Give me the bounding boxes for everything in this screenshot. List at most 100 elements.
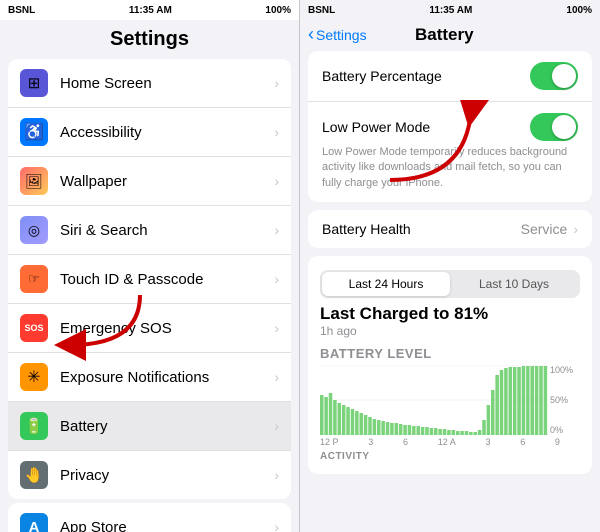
battery-percentage-text: Battery Percentage [322,68,530,84]
left-carrier: BSNL [8,5,35,16]
accessibility-label: Accessibility [60,124,274,141]
right-header: ‹ Settings Battery [300,20,600,51]
touchid-chevron-icon: › [274,271,279,287]
x-label-6a: 6 [403,437,408,447]
battery-percentage-toggle[interactable] [530,62,578,90]
right-title: Battery [415,25,474,45]
siri-label: Siri & Search [60,222,274,239]
x-label-12a: 12 A [438,437,456,447]
exposure-icon: ✳ [20,363,48,391]
battery-chart: BATTERY LEVEL [320,342,580,466]
battery-percentage-row: Battery Percentage [308,51,592,102]
battery-percentage-label: Battery Percentage [322,68,530,84]
wallpaper-icon: 🖼 [20,167,48,195]
touchid-label: Touch ID & Passcode [60,271,274,288]
right-battery: 100% [566,5,592,16]
privacy-chevron-icon: › [274,467,279,483]
home-screen-icon: ⊞ [20,69,48,97]
left-panel: BSNL 11:35 AM 100% Settings ⊞ Home Scree… [0,0,300,532]
settings-item-siri[interactable]: ◎ Siri & Search › [8,206,291,255]
battery-chart-card: Last 24 Hours Last 10 Days Last Charged … [308,256,592,474]
battery-health-label: Battery Health [322,221,521,237]
settings-item-privacy[interactable]: 🤚 Privacy › [8,451,291,499]
battery-health-card: Battery Health Service › [308,210,592,248]
settings-title: Settings [0,28,299,51]
right-content: Battery Percentage Low Power Mode Low Po… [300,51,600,532]
right-time: 11:35 AM [429,5,472,16]
accessibility-icon: ♿ [20,118,48,146]
exposure-label: Exposure Notifications [60,369,274,386]
x-label-12p: 12 P [320,437,339,447]
settings-item-exposure[interactable]: ✳ Exposure Notifications › [8,353,291,402]
battery-icon: 🔋 [20,412,48,440]
chart-area: 100% 50% 0% [320,365,580,435]
home-screen-chevron-icon: › [274,75,279,91]
left-header: Settings [0,20,299,55]
battery-health-row[interactable]: Battery Health Service › [308,210,592,248]
x-label-3: 3 [485,437,490,447]
settings-list: ⊞ Home Screen › ♿ Accessibility › 🖼 Wall… [0,55,299,532]
sos-label: Emergency SOS [60,320,274,337]
chart-x-labels: 12 P 3 6 12 A 3 6 9 [320,437,580,447]
wallpaper-label: Wallpaper [60,173,274,190]
accessibility-chevron-icon: › [274,124,279,140]
chart-svg [320,365,548,435]
left-battery: 100% [265,5,291,16]
sos-chevron-icon: › [274,320,279,336]
sos-icon: SOS [20,314,48,342]
siri-icon: ◎ [20,216,48,244]
settings-item-battery[interactable]: 🔋 Battery › [8,402,291,451]
tab-last10[interactable]: Last 10 Days [450,272,578,296]
battery-chevron-icon: › [274,418,279,434]
y-label-0: 0% [550,425,580,435]
time-tab-row: Last 24 Hours Last 10 Days [320,270,580,298]
low-power-row-inner: Low Power Mode [322,113,578,141]
exposure-chevron-icon: › [274,369,279,385]
settings-section-2: A App Store › 💳 Wallet › [8,503,291,532]
privacy-label: Privacy [60,467,274,484]
right-status-bar: BSNL 11:35 AM 100% [300,0,600,20]
back-button[interactable]: ‹ Settings [308,24,367,45]
tab-last24[interactable]: Last 24 Hours [322,272,450,296]
left-status-bar: BSNL 11:35 AM 100% [0,0,299,20]
low-power-label: Low Power Mode [322,119,530,135]
charge-title: Last Charged to 81% [320,304,580,324]
appstore-label: App Store [60,519,274,532]
y-label-100: 100% [550,365,580,375]
back-chevron-icon: ‹ [308,24,314,45]
settings-section-1: ⊞ Home Screen › ♿ Accessibility › 🖼 Wall… [8,59,291,499]
charge-sub: 1h ago [320,324,580,338]
settings-item-accessibility[interactable]: ♿ Accessibility › [8,108,291,157]
settings-item-home-screen[interactable]: ⊞ Home Screen › [8,59,291,108]
battery-health-chevron-icon: › [573,221,578,237]
touchid-icon: ☞ [20,265,48,293]
low-power-mode-row: Low Power Mode Low Power Mode temporaril… [308,102,592,202]
settings-item-sos[interactable]: SOS Emergency SOS › [8,304,291,353]
appstore-icon: A [20,513,48,532]
settings-item-wallpaper[interactable]: 🖼 Wallpaper › [8,157,291,206]
appstore-chevron-icon: › [274,519,279,532]
charge-info: Last Charged to 81% 1h ago [320,304,580,338]
right-panel: BSNL 11:35 AM 100% ‹ Settings Battery Ba… [300,0,600,532]
chart-y-labels: 100% 50% 0% [548,365,580,435]
low-power-toggle[interactable] [530,113,578,141]
chart-title: BATTERY LEVEL [320,346,580,361]
back-label: Settings [316,27,367,43]
x-label-6: 6 [520,437,525,447]
left-time: 11:35 AM [129,5,172,16]
y-label-50: 50% [550,395,580,405]
privacy-icon: 🤚 [20,461,48,489]
settings-item-appstore[interactable]: A App Store › [8,503,291,532]
battery-health-value: Service [521,221,568,237]
settings-item-touchid[interactable]: ☞ Touch ID & Passcode › [8,255,291,304]
x-label-3a: 3 [368,437,373,447]
low-power-sublabel: Low Power Mode temporarily reduces backg… [322,145,578,191]
wallpaper-chevron-icon: › [274,173,279,189]
right-carrier: BSNL [308,5,335,16]
toggle-knob [552,64,576,88]
chart-bars [320,365,548,435]
activity-title: ACTIVITY [320,451,580,462]
toggle-knob-2 [552,115,576,139]
x-label-9: 9 [555,437,560,447]
battery-label: Battery [60,418,274,435]
